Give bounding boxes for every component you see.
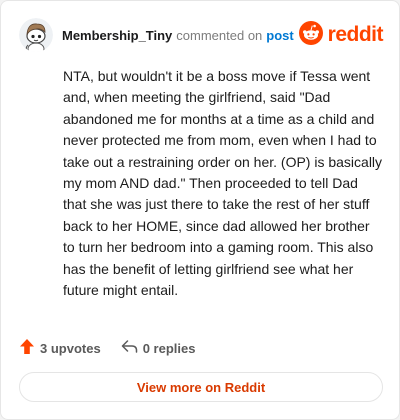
reply-arrow-icon [121,339,138,357]
view-more-button[interactable]: View more on Reddit [19,372,383,402]
upvote-count: 3 upvotes [40,340,101,356]
post-link[interactable]: post [266,28,293,43]
avatar-icon[interactable] [19,18,53,52]
comment-body: NTA, but wouldn't it be a boss move if T… [63,68,383,299]
action-text: commented on [176,27,263,43]
comment-meta: Membership_Tiny commented on post [62,28,294,43]
reply-button[interactable]: 0 replies [121,339,196,357]
reply-count: 0 replies [142,340,196,356]
comment-header: Membership_Tiny commented on post reddit [19,15,384,55]
comment-footer: 3 upvotes 0 replies [19,338,195,358]
comment-embed-card: Membership_Tiny commented on post reddit [0,0,400,420]
reddit-logo-icon [298,20,323,50]
upvote-button[interactable]: 3 upvotes [19,338,101,358]
reddit-wordmark: reddit [327,23,384,46]
reddit-brand[interactable]: reddit [298,20,384,50]
username-link[interactable]: Membership_Tiny [62,28,172,43]
upvote-arrow-icon [19,338,35,358]
